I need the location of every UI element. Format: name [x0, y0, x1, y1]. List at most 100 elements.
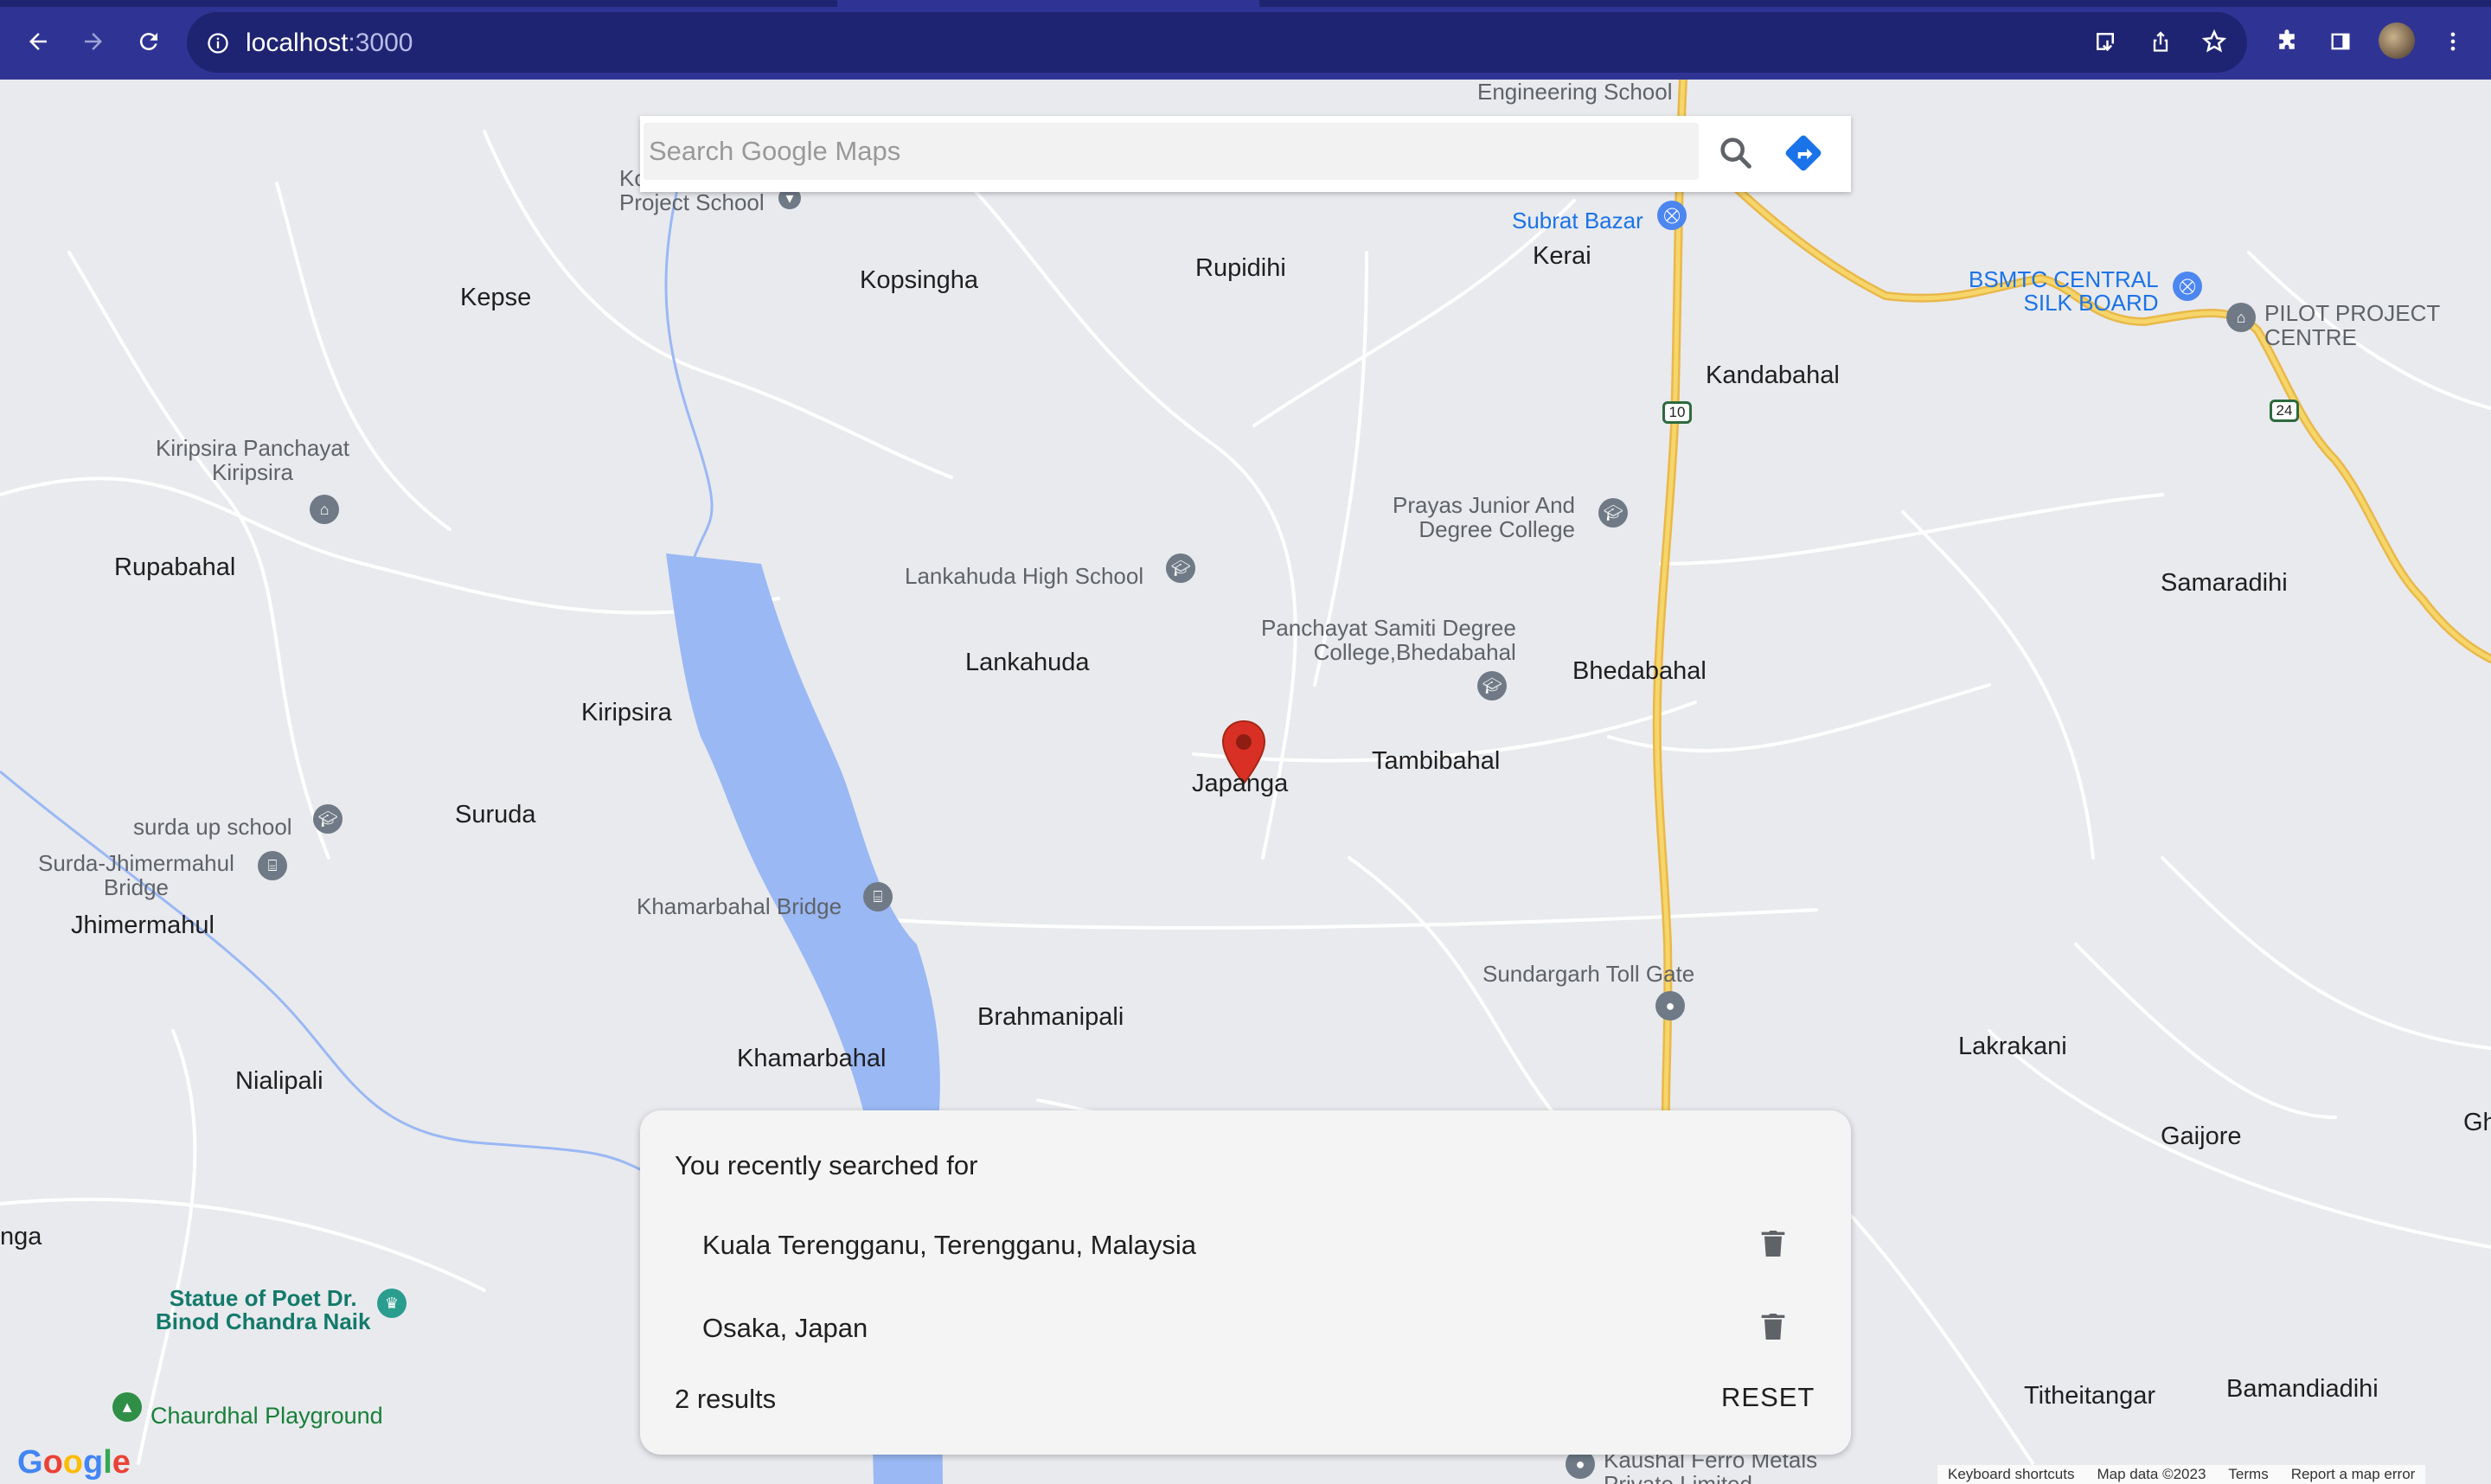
poi-label-line: Kiripsira: [212, 459, 293, 485]
school-pin-icon[interactable]: 🎓︎: [1166, 553, 1195, 583]
place-label[interactable]: Gh: [2463, 1109, 2491, 1137]
location-pin-icon[interactable]: ●: [1655, 991, 1685, 1020]
shopping-pin-icon[interactable]: ⛒: [1657, 201, 1687, 230]
building-pin-icon[interactable]: ⌂: [310, 495, 339, 524]
poi-label-line: Bridge: [103, 874, 170, 900]
reload-icon[interactable]: [126, 19, 171, 64]
search-icon[interactable]: [1716, 133, 1756, 173]
place-label[interactable]: Bamandiadihi: [2226, 1375, 2379, 1404]
poi-label[interactable]: Prayas Junior And Degree College: [1393, 493, 1575, 541]
url-text: localhost:3000: [246, 29, 413, 58]
poi-label[interactable]: Engineering School: [1477, 80, 1673, 104]
place-label[interactable]: Gaijore: [2161, 1123, 2242, 1151]
place-label[interactable]: Lakrakani: [1958, 1033, 2067, 1061]
results-count: 2 results: [675, 1384, 777, 1414]
poi-label[interactable]: Surda-Jhimermahul Bridge: [38, 851, 234, 899]
tab-strip: [0, 0, 2491, 7]
poi-label[interactable]: Kiripsira Panchayat Kiripsira: [156, 436, 349, 484]
extensions-icon[interactable]: [2268, 22, 2306, 61]
building-pin-icon[interactable]: ⌂: [2226, 303, 2256, 332]
map-attribution-bar: Keyboard shortcuts Map data ©2023 Terms …: [1937, 1465, 2426, 1484]
poi-label-line: SILK BOARD: [2023, 290, 2159, 316]
highway-shield-24: 24: [2270, 400, 2299, 422]
landmark-pin-icon[interactable]: ♛: [377, 1289, 407, 1318]
place-label[interactable]: Samaradihi: [2161, 569, 2288, 598]
keyboard-shortcuts-link[interactable]: Keyboard shortcuts: [1948, 1466, 2074, 1483]
place-label[interactable]: Suruda: [455, 801, 536, 829]
more-vert-icon[interactable]: [2434, 22, 2472, 61]
poi-label-line: CENTRE: [2264, 324, 2357, 350]
poi-label[interactable]: surda up school: [133, 815, 292, 839]
place-label[interactable]: Rupabahal: [114, 553, 235, 582]
recent-search-label[interactable]: Osaka, Japan: [702, 1313, 868, 1344]
poi-label[interactable]: Statue of Poet Dr. Binod Chandra Naik: [156, 1287, 370, 1334]
recent-search-item[interactable]: Kuala Terengganu, Terengganu, Malaysia: [640, 1206, 1851, 1283]
poi-label[interactable]: Subrat Bazar: [1512, 209, 1643, 233]
delete-icon[interactable]: [1756, 1308, 1790, 1346]
poi-label-line: Degree College: [1418, 516, 1576, 542]
share-icon[interactable]: [2142, 22, 2180, 61]
school-pin-icon[interactable]: 🎓︎: [313, 804, 343, 834]
place-label[interactable]: Jhimermahul: [71, 912, 215, 940]
poi-label[interactable]: BSMTC CENTRAL SILK BOARD: [1969, 268, 2159, 315]
shopping-pin-icon[interactable]: ⛒: [2173, 272, 2202, 301]
google-logo: Google: [17, 1444, 131, 1481]
report-map-error-link[interactable]: Report a map error: [2291, 1466, 2416, 1483]
back-arrow-icon[interactable]: [16, 19, 61, 64]
recent-search-item[interactable]: Osaka, Japan: [640, 1289, 1851, 1366]
place-label[interactable]: Lankahuda: [965, 649, 1090, 677]
install-icon[interactable]: [2086, 22, 2124, 61]
search-bar: [640, 116, 1851, 192]
place-label[interactable]: nga: [0, 1223, 42, 1251]
poi-label[interactable]: Lankahuda High School: [905, 564, 1143, 588]
terms-link[interactable]: Terms: [2228, 1466, 2268, 1483]
reset-button[interactable]: RESET: [1721, 1373, 1815, 1422]
poi-label[interactable]: Khamarbahal Bridge: [637, 894, 842, 918]
recent-search-label[interactable]: Kuala Terengganu, Terengganu, Malaysia: [702, 1230, 1196, 1261]
poi-label-line: Project School: [619, 189, 765, 215]
poi-label[interactable]: Panchayat Samiti Degree College,Bhedabah…: [1261, 616, 1516, 664]
forward-arrow-icon[interactable]: [71, 19, 116, 64]
bridge-pin-icon[interactable]: ⌸: [863, 882, 893, 912]
place-label[interactable]: Kepse: [460, 284, 531, 312]
park-pin-icon[interactable]: ▲: [112, 1392, 142, 1422]
url-port: :3000: [348, 29, 413, 57]
poi-label-line: Statue of Poet Dr.: [169, 1285, 357, 1311]
school-pin-icon[interactable]: 🎓︎: [1477, 671, 1507, 700]
poi-label-line: BSMTC CENTRAL: [1969, 266, 2159, 292]
directions-icon[interactable]: [1782, 131, 1825, 175]
poi-label-line: Binod Chandra Naik: [156, 1308, 371, 1334]
poi-label[interactable]: Chaurdhal Playground: [150, 1403, 383, 1430]
place-label[interactable]: Tambibahal: [1372, 747, 1500, 776]
place-label[interactable]: Rupidihi: [1195, 254, 1286, 283]
place-label[interactable]: Nialipali: [235, 1067, 323, 1096]
poi-label-line: College,Bhedabahal: [1313, 639, 1516, 665]
poi-label[interactable]: Sundargarh Toll Gate: [1482, 962, 1694, 986]
recent-searches-panel: You recently searched for Kuala Terengga…: [640, 1110, 1851, 1455]
side-panel-icon[interactable]: [2321, 22, 2360, 61]
poi-label-line: Surda-Jhimermahul: [38, 850, 234, 876]
delete-icon[interactable]: [1756, 1225, 1790, 1263]
place-label[interactable]: Brahmanipali: [977, 1003, 1124, 1032]
active-tab[interactable]: [837, 0, 1259, 7]
place-label[interactable]: Kerai: [1533, 242, 1591, 271]
avatar[interactable]: [2379, 22, 2415, 59]
place-label[interactable]: Kopsingha: [860, 266, 978, 295]
info-icon[interactable]: [206, 31, 230, 55]
place-label[interactable]: Bhedabahal: [1572, 657, 1707, 686]
place-label[interactable]: Khamarbahal: [737, 1045, 887, 1073]
url-host: localhost: [246, 29, 349, 57]
address-bar[interactable]: localhost:3000: [187, 12, 2247, 73]
place-label[interactable]: Titheitangar: [2024, 1382, 2155, 1410]
selected-place-label[interactable]: Japanga: [1192, 770, 1288, 798]
bridge-pin-icon[interactable]: ⌸: [258, 851, 287, 880]
search-input[interactable]: [644, 123, 1699, 180]
recent-searches-heading: You recently searched for: [675, 1150, 978, 1180]
place-label[interactable]: Kiripsira: [581, 699, 672, 727]
poi-label[interactable]: PILOT PROJECT CENTRE: [2264, 301, 2440, 349]
poi-label-line: Panchayat Samiti Degree: [1261, 615, 1516, 641]
browser-toolbar: localhost:3000: [0, 0, 2491, 80]
school-pin-icon[interactable]: 🎓︎: [1598, 498, 1628, 528]
star-icon[interactable]: [2195, 22, 2233, 61]
place-label[interactable]: Kandabahal: [1706, 361, 1840, 390]
